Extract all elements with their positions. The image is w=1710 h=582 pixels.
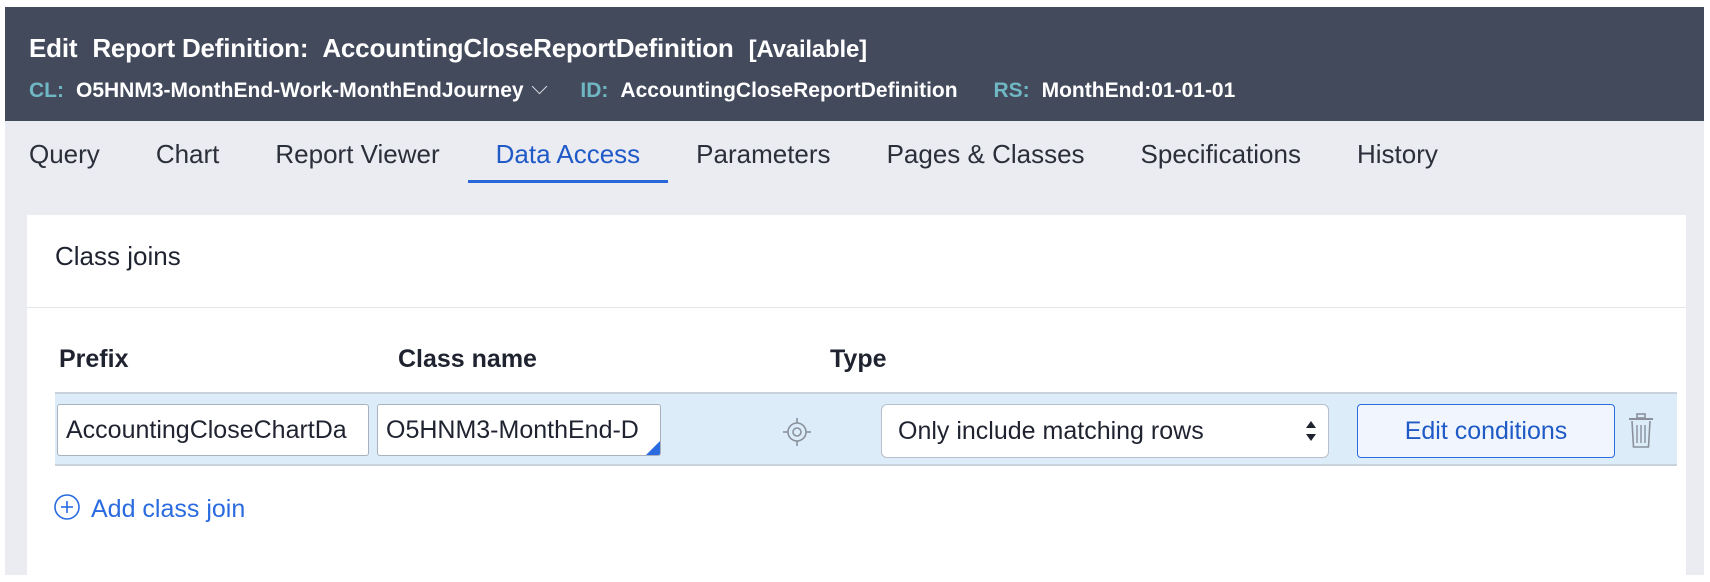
- class-name-column-header: Class name: [398, 345, 537, 373]
- join-type-select[interactable]: Only include matching rows: [881, 404, 1329, 458]
- tab-chart[interactable]: Chart: [128, 131, 248, 183]
- tab-report-viewer[interactable]: Report Viewer: [247, 131, 467, 183]
- id-group: ID: AccountingCloseReportDefinition: [580, 79, 957, 103]
- type-column-header: Type: [830, 345, 887, 373]
- rule-form-frame: Edit Report Definition: AccountingCloseR…: [5, 7, 1704, 575]
- trash-icon[interactable]: [1627, 412, 1655, 450]
- ruleset-group: RS: MonthEnd:01-01-01: [993, 79, 1235, 103]
- chevron-down-icon[interactable]: [531, 78, 547, 95]
- prefix-column-header: Prefix: [59, 345, 129, 373]
- rule-header: Edit Report Definition: AccountingCloseR…: [5, 7, 1704, 121]
- panel-divider: [27, 307, 1686, 308]
- rule-meta: CL: O5HNM3-MonthEnd-Work-MonthEndJourney …: [29, 78, 1265, 103]
- tab-history[interactable]: History: [1329, 131, 1466, 183]
- add-class-join-label: Add class join: [91, 495, 246, 523]
- tab-query[interactable]: Query: [29, 131, 128, 183]
- plus-circle-icon: [54, 494, 80, 520]
- edit-conditions-button[interactable]: Edit conditions: [1357, 404, 1615, 458]
- title-prefix: Edit: [29, 33, 78, 63]
- rule-name: AccountingCloseReportDefinition: [322, 33, 734, 63]
- availability-status: [Available]: [748, 36, 867, 63]
- rs-value: MonthEnd:01-01-01: [1041, 79, 1236, 102]
- tab-parameters[interactable]: Parameters: [668, 131, 858, 183]
- select-arrows-icon: [1306, 421, 1316, 441]
- rule-title: Edit Report Definition: AccountingCloseR…: [29, 33, 875, 64]
- rs-label: RS:: [993, 79, 1030, 102]
- join-type-value: Only include matching rows: [898, 417, 1204, 445]
- cl-label: CL:: [29, 79, 64, 102]
- add-class-join-link[interactable]: Add class join: [53, 493, 245, 524]
- id-value: AccountingCloseReportDefinition: [620, 79, 958, 102]
- cl-value: O5HNM3-MonthEnd-Work-MonthEndJourney: [76, 79, 524, 102]
- tab-pages-classes[interactable]: Pages & Classes: [859, 131, 1113, 183]
- crosshair-target-icon[interactable]: [781, 416, 813, 448]
- class-join-row: AccountingCloseChartDa O5HNM3-MonthEnd-D…: [55, 392, 1677, 466]
- class-name-input[interactable]: O5HNM3-MonthEnd-D: [377, 404, 661, 456]
- class-ruleset-selector[interactable]: CL: O5HNM3-MonthEnd-Work-MonthEndJourney: [29, 78, 547, 103]
- tab-data-access[interactable]: Data Access: [467, 131, 669, 183]
- class-joins-panel: Class joins Prefix Class name Type Accou…: [27, 215, 1686, 575]
- prefix-input[interactable]: AccountingCloseChartDa: [57, 404, 369, 456]
- panel-title: Class joins: [55, 241, 181, 271]
- rule-type: Report Definition:: [92, 33, 309, 63]
- id-label: ID:: [580, 79, 609, 102]
- tab-bar: Query Chart Report Viewer Data Access Pa…: [29, 131, 1466, 183]
- tab-specifications[interactable]: Specifications: [1113, 131, 1329, 183]
